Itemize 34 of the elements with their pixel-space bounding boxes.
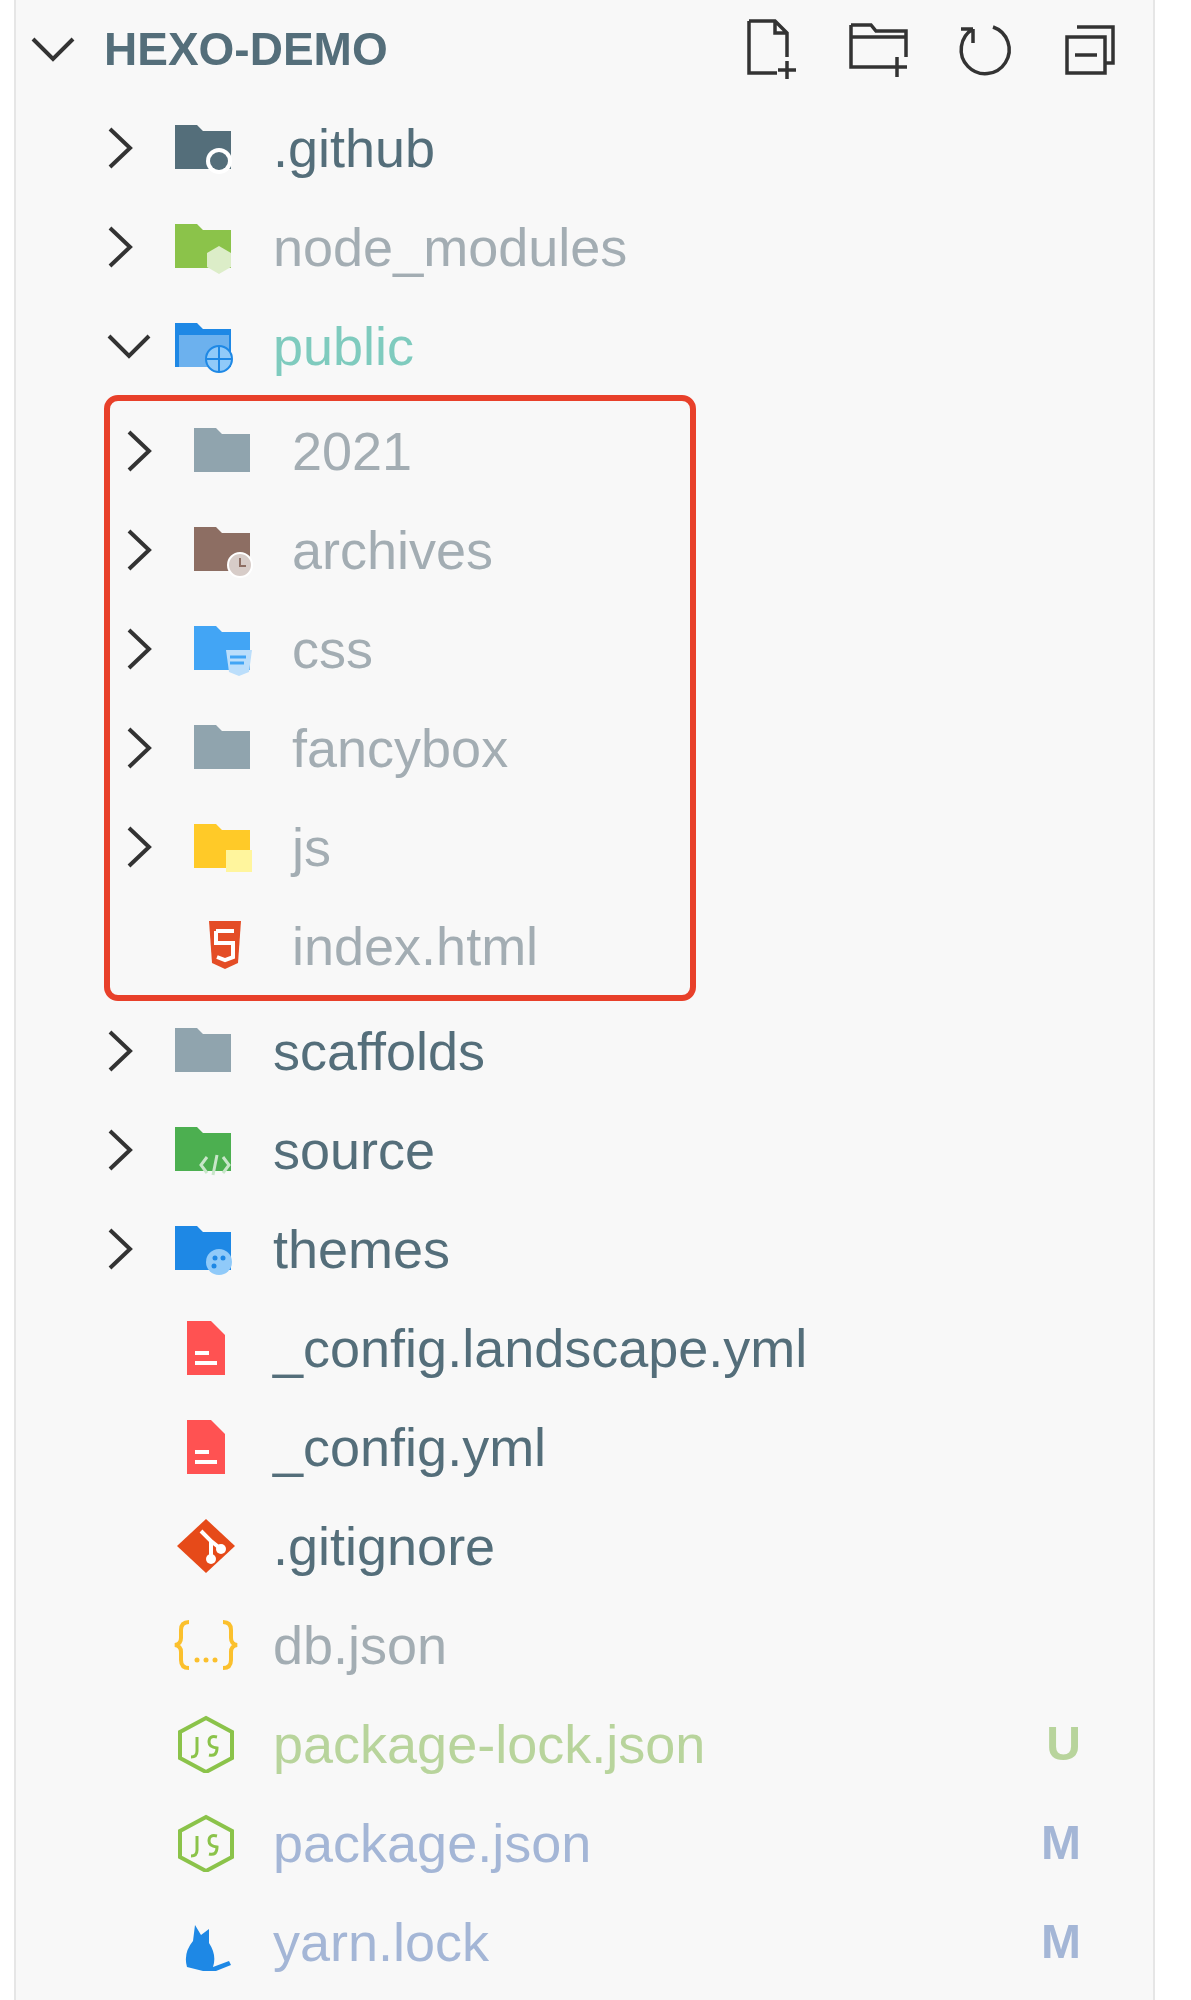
git-status-label: M [1041,1815,1081,1870]
file-name[interactable]: source [273,1118,1081,1181]
file-name[interactable]: archives [292,518,618,581]
chevron-right-icon[interactable] [106,224,134,269]
file-name[interactable]: index.html [292,914,618,977]
file-name[interactable]: _config.landscape.yml [273,1316,1081,1379]
file-name[interactable]: .gitignore [273,1514,1081,1577]
chevron-right-icon[interactable] [125,725,153,770]
chevron-right-icon[interactable] [106,1226,134,1271]
file-name[interactable]: _config.yml [273,1415,1081,1478]
file-name[interactable]: 2021 [292,419,618,482]
chevron-right-icon[interactable] [125,626,153,671]
file-name[interactable]: js [292,815,618,878]
chevron-right-icon[interactable] [125,428,153,473]
git-status-label: M [1041,1914,1081,1969]
git-status-label: U [1046,1716,1081,1771]
file-name[interactable]: db.json [273,1613,1081,1676]
file-name[interactable]: fancybox [292,716,618,779]
file-name[interactable]: scaffolds [273,1019,1081,1082]
chevron-right-icon[interactable] [106,1028,134,1073]
chevron-right-icon[interactable] [106,1127,134,1172]
file-name[interactable]: yarn.lock [273,1910,1041,1973]
file-name[interactable]: css [292,617,618,680]
file-name[interactable]: node_modules [273,215,1081,278]
file-name[interactable]: public [273,314,1081,377]
file-name[interactable]: themes [273,1217,1081,1280]
file-name[interactable]: package.json [273,1811,1041,1874]
file-name[interactable]: .github [273,116,1081,179]
chevron-down-icon[interactable] [30,35,76,63]
folder-title[interactable]: HEXO-DEMO [104,22,741,76]
chevron-right-icon[interactable] [125,527,153,572]
file-name[interactable]: package-lock.json [273,1712,1047,1775]
chevron-right-icon[interactable] [125,824,153,869]
chevron-right-icon[interactable] [106,125,134,170]
